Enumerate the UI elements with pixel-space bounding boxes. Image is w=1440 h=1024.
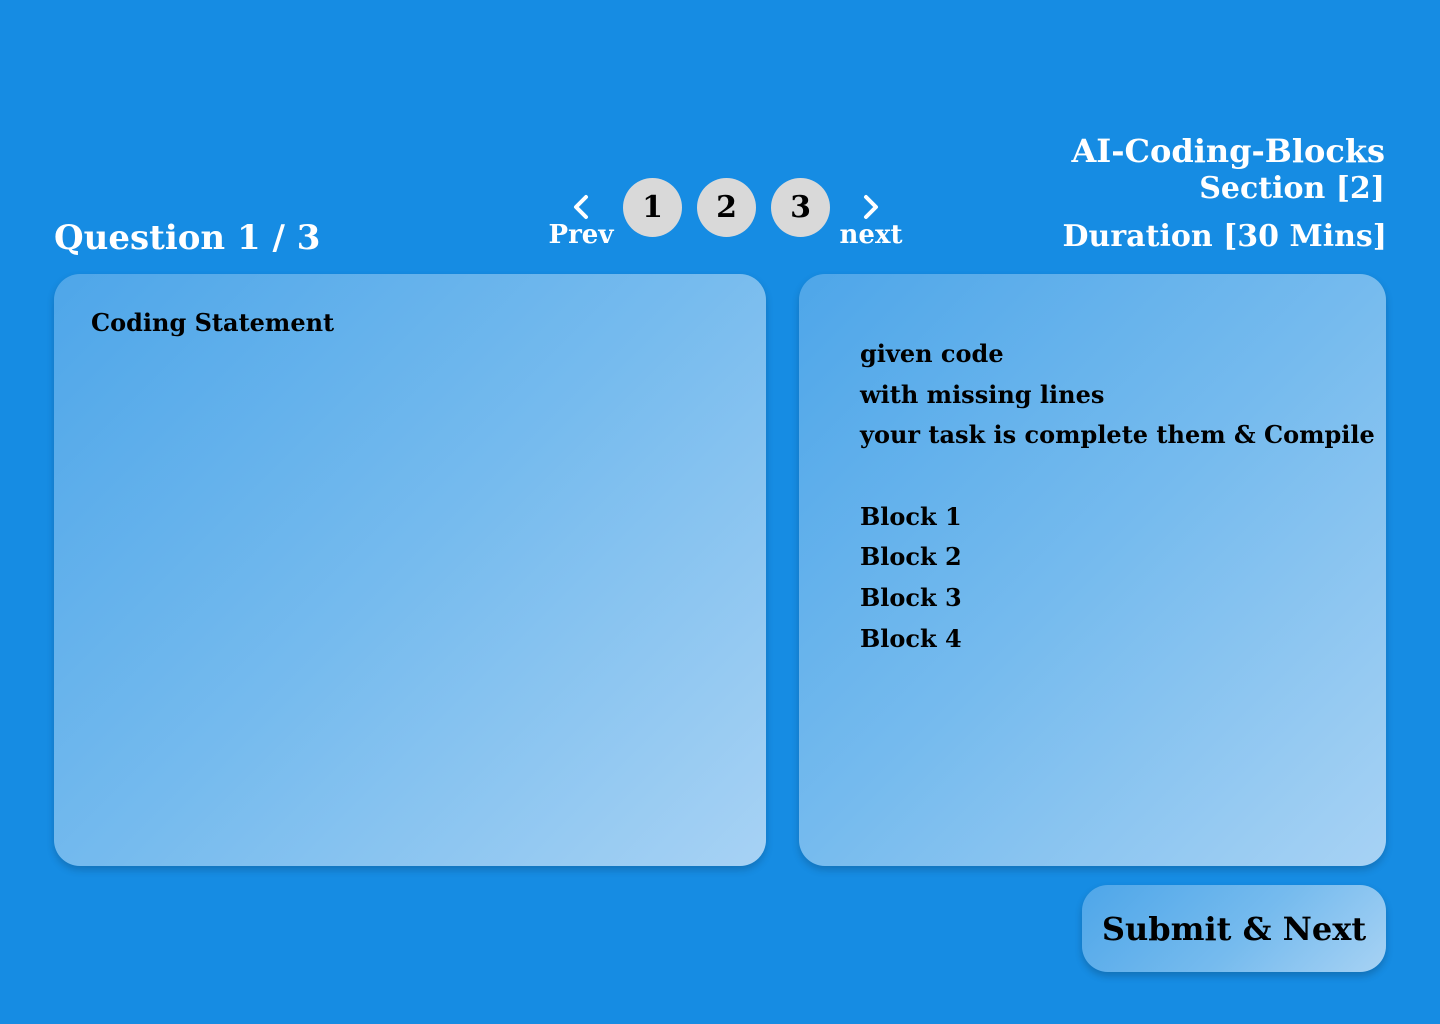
prev-label: Prev [548, 220, 614, 250]
duration-label: Duration [30 Mins] [1062, 219, 1387, 254]
code-block-item: Block 4 [860, 623, 962, 653]
next-label: next [839, 220, 903, 250]
submit-next-button[interactable]: Submit & Next [1082, 885, 1386, 972]
page-button-3[interactable]: 3 [771, 178, 830, 237]
coding-statement-label: Coding Statement [91, 308, 335, 337]
prev-button[interactable]: Prev [548, 188, 614, 250]
code-lines: given code with missing lines your task … [860, 334, 1375, 660]
code-line: with missing lines [860, 379, 1105, 409]
page-button-2[interactable]: 2 [697, 178, 756, 237]
code-line: given code [860, 339, 1004, 368]
code-line: your task is complete them & Compile [860, 420, 1375, 450]
next-button[interactable]: next [838, 188, 904, 250]
chevron-right-icon [838, 188, 904, 220]
section-label: Section [2] [1199, 171, 1385, 206]
chevron-left-icon [548, 188, 614, 220]
code-block-item: Block 1 [860, 501, 962, 531]
code-block-item: Block 2 [860, 542, 962, 572]
question-counter: Question 1 / 3 [54, 218, 321, 258]
app-title: AI-Coding-Blocks [1071, 132, 1385, 170]
coding-statement-panel: Coding Statement [54, 274, 766, 866]
code-editor-panel[interactable]: given code with missing lines your task … [799, 274, 1386, 866]
page-button-1[interactable]: 1 [623, 178, 682, 237]
code-block-item: Block 3 [860, 583, 962, 613]
